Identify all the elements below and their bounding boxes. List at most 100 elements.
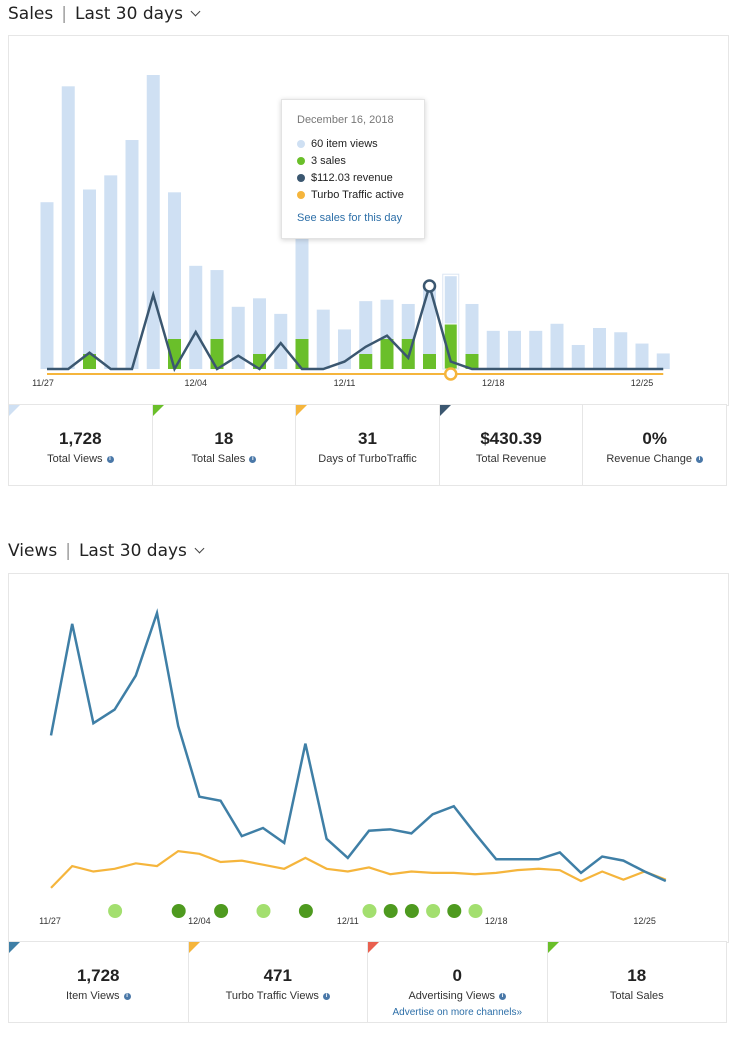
tooltip-date: December 16, 2018 xyxy=(297,114,394,126)
tooltip-sales: 3 sales xyxy=(311,154,346,167)
see-sales-link[interactable]: See sales for this day xyxy=(297,212,424,224)
item-views-line xyxy=(49,608,667,883)
sales-bar xyxy=(359,354,373,369)
title-separator: | xyxy=(65,541,71,561)
stat-cell: 1,728 Total Views i xyxy=(9,405,153,485)
sale-dot xyxy=(383,904,398,918)
views-bar xyxy=(189,265,203,369)
stat-label-row: Item Views i xyxy=(66,990,131,1002)
tooltip-views: 60 item views xyxy=(311,137,378,150)
color-corner-marker xyxy=(9,942,20,953)
info-icon[interactable]: i xyxy=(123,992,131,1000)
tooltip-revenue: $112.03 revenue xyxy=(311,171,393,184)
sale-dot xyxy=(447,904,462,918)
x-tick-label: 11/27 xyxy=(39,916,61,926)
sale-dot xyxy=(362,904,377,918)
info-icon[interactable]: i xyxy=(499,992,507,1000)
sale-dot xyxy=(256,904,271,918)
sale-dot xyxy=(426,904,441,918)
stat-label-row: Total Views i xyxy=(47,453,114,465)
stat-label: Revenue Change xyxy=(606,453,692,465)
x-tick-label: 12/04 xyxy=(188,916,211,926)
stat-value: 31 xyxy=(358,429,377,448)
x-tick-label: 12/04 xyxy=(184,378,207,388)
sale-dot xyxy=(404,904,419,918)
sales-range-dropdown[interactable]: Last 30 days xyxy=(74,4,201,24)
color-corner-marker xyxy=(9,405,20,416)
sale-dot xyxy=(214,904,229,918)
views-bar xyxy=(40,202,54,369)
views-bar xyxy=(571,344,585,369)
stat-label-row: Advertising Views i xyxy=(408,990,507,1002)
stat-cell: 0% Revenue Change i xyxy=(583,405,726,485)
stat-label: Total Views xyxy=(47,453,103,465)
turbo-marker xyxy=(444,367,458,381)
views-stats-bar: 1,728 Item Views i 471 Turbo Traffic Views i 0… xyxy=(8,941,727,1023)
sales-bar xyxy=(423,354,436,369)
views-bar xyxy=(125,140,139,369)
sales-chart-panel: 11/27 12/04 12/11 12/18 12/25 December 16, 2… xyxy=(8,35,729,406)
sale-dot xyxy=(298,904,313,918)
color-corner-marker xyxy=(152,405,164,416)
views-bar xyxy=(104,175,118,369)
views-bar xyxy=(61,86,75,370)
info-icon[interactable]: i xyxy=(249,455,257,463)
views-header: Views | Last 30 days xyxy=(8,541,205,561)
sales-tooltip: December 16, 2018 60 item views 3 sales … xyxy=(281,99,425,239)
stat-cell: 471 Turbo Traffic Views i xyxy=(188,942,368,1022)
stat-cell: 18 Total Sales xyxy=(547,942,727,1022)
x-tick-label: 12/25 xyxy=(633,916,656,926)
color-corner-marker xyxy=(188,942,200,953)
sale-dot xyxy=(108,904,123,918)
views-title: Views xyxy=(8,541,58,561)
views-bar xyxy=(486,330,500,369)
sale-dot xyxy=(468,904,483,918)
stat-label: Item Views xyxy=(65,990,120,1002)
stat-label-row: Days of TurboTraffic xyxy=(318,453,416,465)
stat-label: Advertising Views xyxy=(408,990,496,1002)
stat-label-row: Revenue Change i xyxy=(606,453,703,465)
stat-value: 0 xyxy=(452,966,462,985)
tooltip-revenue-row: $112.03 revenue xyxy=(297,169,424,186)
stat-value: 18 xyxy=(627,966,647,985)
stat-value: 18 xyxy=(214,429,234,448)
stat-label: Total Sales xyxy=(609,990,664,1002)
stat-value: 1,728 xyxy=(76,966,120,985)
stat-label: Total Sales xyxy=(191,453,246,465)
info-icon[interactable]: i xyxy=(695,455,703,463)
color-corner-marker xyxy=(368,942,379,953)
tooltip-views-row: 60 item views xyxy=(297,135,424,152)
tooltip-turbo: Turbo Traffic active xyxy=(311,188,404,201)
color-corner-marker xyxy=(296,405,308,416)
sales-range-label: Last 30 days xyxy=(74,4,183,24)
info-icon[interactable]: i xyxy=(322,992,330,1000)
sales-bar xyxy=(380,339,394,369)
sales-dot-icon xyxy=(297,156,305,165)
views-bar xyxy=(316,309,330,369)
sales-stats-bar: 1,728 Total Views i 18 Total Sales i 31 Days of… xyxy=(8,404,727,486)
stat-cell: 31 Days of TurboTraffic xyxy=(296,405,440,485)
info-icon[interactable]: i xyxy=(106,455,114,463)
views-chart-panel: 11/27 12/04 12/11 12/18 12/25 xyxy=(8,573,729,943)
views-bar xyxy=(508,330,521,369)
views-range-dropdown[interactable]: Last 30 days xyxy=(79,541,205,561)
advertise-link[interactable]: Advertise on more channels» xyxy=(368,1007,547,1018)
chevron-down-icon xyxy=(194,543,205,554)
views-bar xyxy=(656,353,670,369)
views-bar xyxy=(614,332,628,369)
views-bar xyxy=(550,323,564,369)
views-bar xyxy=(593,328,606,369)
x-tick-label: 12/11 xyxy=(337,916,359,926)
views-bar xyxy=(529,330,543,369)
x-tick-label: 12/25 xyxy=(631,378,654,388)
x-tick-label: 12/11 xyxy=(334,378,356,388)
x-tick-label: 11/27 xyxy=(32,378,54,388)
color-corner-marker xyxy=(439,405,451,416)
stat-value: $430.39 xyxy=(480,429,542,448)
turbo-dot-icon xyxy=(297,190,305,199)
sale-dot xyxy=(171,904,186,918)
tooltip-turbo-row: Turbo Traffic active xyxy=(297,186,424,203)
stat-cell: 1,728 Item Views i xyxy=(9,942,189,1022)
tooltip-sales-row: 3 sales xyxy=(297,152,424,169)
views-bar xyxy=(83,189,96,369)
